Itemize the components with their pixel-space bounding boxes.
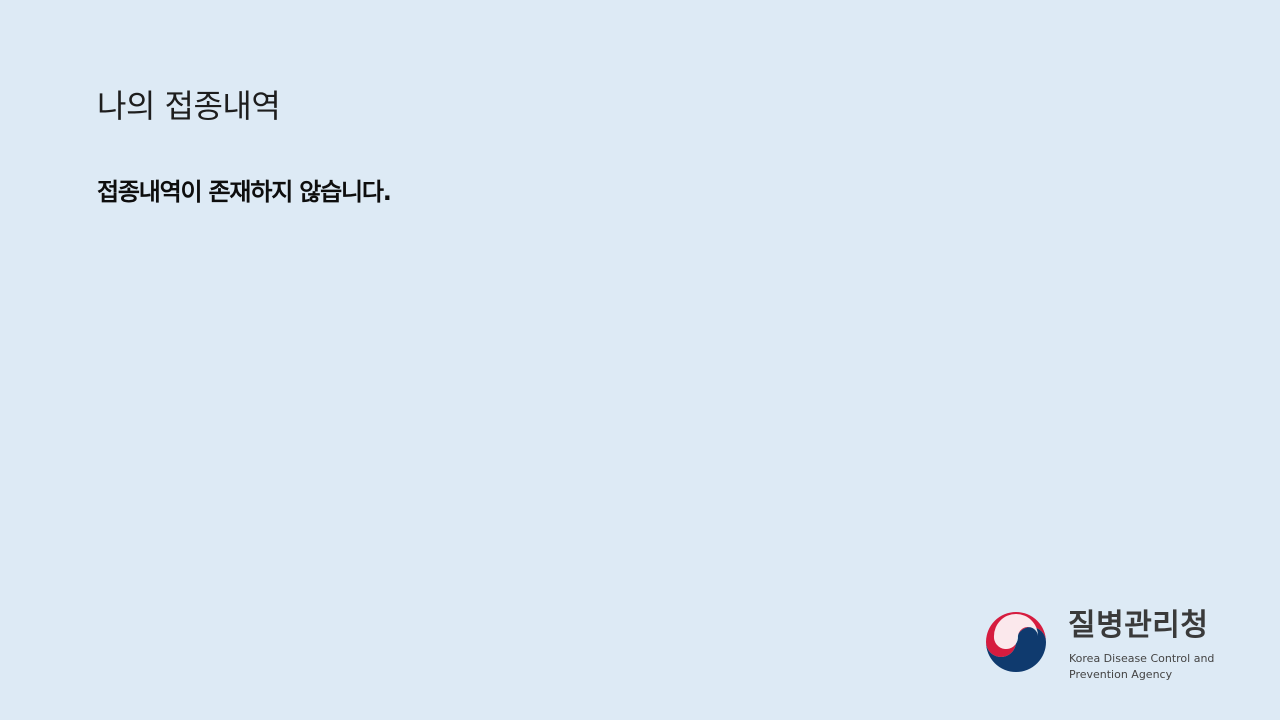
page-title: 나의 접종내역 — [97, 87, 281, 125]
page: { "page": { "title": "나의 접종내역", "empty_m… — [0, 0, 1280, 720]
agency-name-english: Korea Disease Control and Prevention Age… — [1069, 651, 1214, 683]
agency-logo: 질병관리청 Korea Disease Control and Preventi… — [980, 602, 1225, 684]
empty-state-message: 접종내역이 존재하지 않습니다. — [97, 178, 392, 206]
agency-name-english-line1: Korea Disease Control and — [1069, 652, 1215, 665]
agency-name-english-line2: Prevention Agency — [1069, 668, 1173, 681]
agency-name-korean: 질병관리청 — [1068, 608, 1209, 643]
taegeuk-emblem-icon — [986, 612, 1046, 672]
